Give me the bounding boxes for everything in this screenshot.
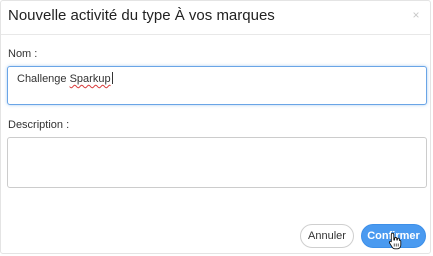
name-input[interactable]: Challenge Sparkup bbox=[7, 66, 427, 105]
hand-pointer-cursor-icon bbox=[388, 232, 402, 250]
dialog-header: Nouvelle activité du type À vos marques … bbox=[1, 1, 430, 35]
name-value: Challenge Sparkup bbox=[17, 72, 113, 85]
cancel-button[interactable]: Annuler bbox=[300, 224, 354, 248]
name-value-misspelled: Sparkup bbox=[69, 73, 111, 85]
name-value-prefix: Challenge bbox=[17, 73, 70, 85]
description-textarea[interactable] bbox=[7, 137, 427, 188]
close-icon[interactable]: × bbox=[410, 9, 422, 21]
name-label: Nom : bbox=[8, 48, 38, 60]
text-caret bbox=[111, 72, 113, 84]
activity-dialog: Nouvelle activité du type À vos marques … bbox=[0, 0, 431, 254]
dialog-title: Nouvelle activité du type À vos marques bbox=[8, 7, 275, 24]
description-label: Description : bbox=[8, 119, 70, 131]
